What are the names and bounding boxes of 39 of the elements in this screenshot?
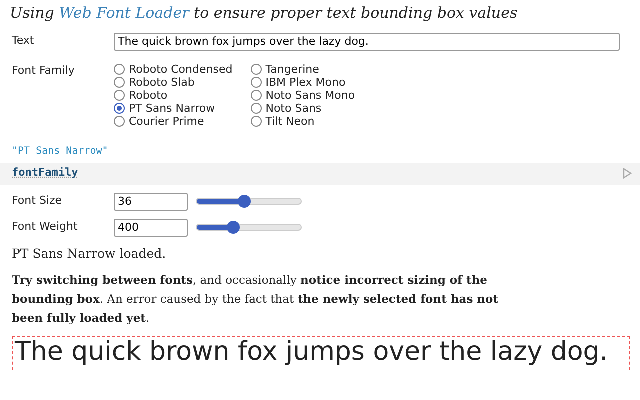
number-field[interactable]: 36: [114, 192, 188, 210]
play-icon[interactable]: [623, 168, 632, 179]
slider-thumb[interactable]: [238, 195, 251, 208]
field-label: Font Family: [12, 62, 76, 78]
number-field[interactable]: 400: [114, 218, 188, 236]
radio-button[interactable]: [250, 102, 262, 114]
radio-label[interactable]: Noto Sans Mono: [266, 88, 356, 102]
radio-button[interactable]: [114, 76, 125, 88]
radio-button[interactable]: [250, 90, 262, 100]
note-paragraph: Try switching between fonts, and occasionally notice incorrect sizing of the bounding box. An error caused by the fact that the newly selected font has not been fully loaded yet.: [11, 272, 500, 328]
field-label: Font Weight: [12, 219, 79, 236]
page-heading: Using Web Font Loader to ensure proper text bounding box values: [9, 3, 519, 24]
radio-label[interactable]: Tangerine: [266, 62, 320, 76]
radio-button[interactable]: [250, 116, 262, 126]
radio-label[interactable]: Roboto: [129, 88, 168, 102]
slider-track[interactable]: [196, 224, 302, 231]
radio-label[interactable]: PT Sans Narrow: [129, 102, 216, 114]
radio-label[interactable]: Roboto Slab: [129, 76, 195, 88]
radio-label[interactable]: Courier Prime: [129, 114, 204, 128]
radio-button[interactable]: [114, 116, 125, 126]
link[interactable]: Web Font Loader: [59, 4, 190, 22]
field-label: Text: [12, 33, 36, 50]
sample-text: The quick brown fox jumps over the lazy dog.: [12, 336, 630, 370]
slider-track[interactable]: [196, 198, 302, 205]
output-value: "PT Sans Narrow": [11, 144, 110, 158]
radio-button[interactable]: [114, 102, 125, 114]
slider-thumb[interactable]: [227, 221, 240, 234]
text-field[interactable]: The quick brown fox jumps over the lazy dog.: [114, 32, 620, 50]
radio-button[interactable]: [250, 64, 262, 74]
radio-label[interactable]: Roboto Condensed: [129, 62, 233, 76]
field-label: Font Size: [12, 193, 64, 210]
radio-label[interactable]: IBM Plex Mono: [266, 76, 346, 88]
radio-label[interactable]: Noto Sans: [266, 102, 322, 114]
cell-name[interactable]: fontFamily: [12, 165, 78, 182]
radio-button[interactable]: [250, 76, 262, 88]
radio-button[interactable]: [114, 90, 125, 100]
radio-button[interactable]: [114, 64, 125, 74]
status-text: PT Sans Narrow loaded.: [11, 244, 168, 262]
radio-label[interactable]: Tilt Neon: [266, 114, 315, 128]
